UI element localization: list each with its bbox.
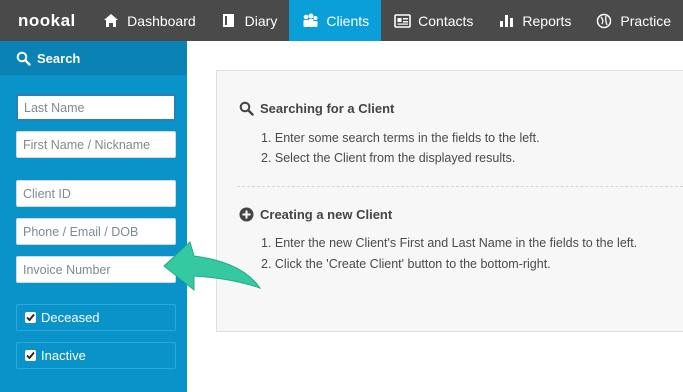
- deceased-checkbox[interactable]: [25, 312, 36, 323]
- nav-clients-label: Clients: [326, 12, 370, 29]
- address-card-icon: [393, 12, 411, 30]
- create-section-title: Creating a new Client: [239, 207, 392, 222]
- nav-dashboard-label: Dashboard: [127, 12, 196, 29]
- pointer-arrow-icon: [163, 241, 262, 292]
- search-section-title: Searching for a Client: [239, 101, 394, 116]
- nav-contacts[interactable]: Contacts: [381, 0, 485, 41]
- settings-globe-icon: [595, 12, 613, 30]
- search-step-2: 2. Select the Client from the displayed …: [261, 151, 516, 165]
- create-step-1: 1. Enter the new Client's First and Last…: [261, 236, 638, 250]
- search-sidebar: Search Last Name First Name / Nickname C…: [0, 41, 187, 392]
- plus-circle-icon: [239, 207, 254, 222]
- top-nav: nookal Dashboard Diary Clients Contacts: [0, 0, 683, 41]
- nav-reports-label: Reports: [522, 12, 572, 29]
- last-name-field[interactable]: Last Name: [16, 94, 176, 121]
- create-title-text: Creating a new Client: [260, 207, 393, 222]
- first-name-placeholder: First Name / Nickname: [23, 137, 151, 152]
- deceased-label: Deceased: [41, 310, 100, 325]
- inactive-checkbox-row[interactable]: Inactive: [16, 342, 176, 369]
- bar-chart-icon: [497, 12, 515, 30]
- logo[interactable]: nookal: [0, 0, 90, 41]
- nav-clients[interactable]: Clients: [289, 0, 382, 41]
- nav-practice[interactable]: Practice: [583, 0, 683, 41]
- first-name-field[interactable]: First Name / Nickname: [16, 131, 176, 158]
- client-id-placeholder: Client ID: [23, 186, 71, 201]
- search-icon: [16, 51, 31, 66]
- nav-diary-label: Diary: [244, 12, 278, 29]
- book-icon: [220, 12, 238, 30]
- search-step-1: 1. Enter some search terms in the fields…: [261, 131, 540, 145]
- home-icon: [102, 12, 120, 30]
- deceased-checkbox-row[interactable]: Deceased: [16, 304, 176, 331]
- sidebar-title: Search: [37, 50, 81, 66]
- nav-diary[interactable]: Diary: [208, 0, 290, 41]
- client-id-field[interactable]: Client ID: [16, 180, 176, 207]
- inactive-checkbox[interactable]: [25, 350, 36, 361]
- nav-practice-label: Practice: [620, 12, 671, 29]
- app-root: { "nav": { "logo": "nookal", "items": [ …: [0, 0, 683, 392]
- sidebar-header[interactable]: Search: [0, 41, 187, 75]
- instructions-panel: Searching for a Client 1. Enter some sea…: [216, 70, 683, 332]
- invoice-number-placeholder: Invoice Number: [23, 262, 111, 277]
- nav-dashboard[interactable]: Dashboard: [90, 0, 208, 41]
- invoice-number-field[interactable]: Invoice Number: [16, 256, 176, 283]
- nav-reports[interactable]: Reports: [485, 0, 583, 41]
- magnifier-icon: [239, 101, 254, 116]
- phone-email-dob-field[interactable]: Phone / Email / DOB: [16, 218, 176, 245]
- people-icon: [301, 12, 319, 30]
- create-step-2: 2. Click the 'Create Client' button to t…: [261, 257, 551, 271]
- phone-email-dob-placeholder: Phone / Email / DOB: [23, 224, 139, 239]
- nav-contacts-label: Contacts: [418, 12, 474, 29]
- section-divider: [237, 186, 683, 187]
- search-title-text: Searching for a Client: [260, 101, 395, 116]
- last-name-placeholder: Last Name: [24, 100, 85, 115]
- inactive-label: Inactive: [41, 348, 86, 363]
